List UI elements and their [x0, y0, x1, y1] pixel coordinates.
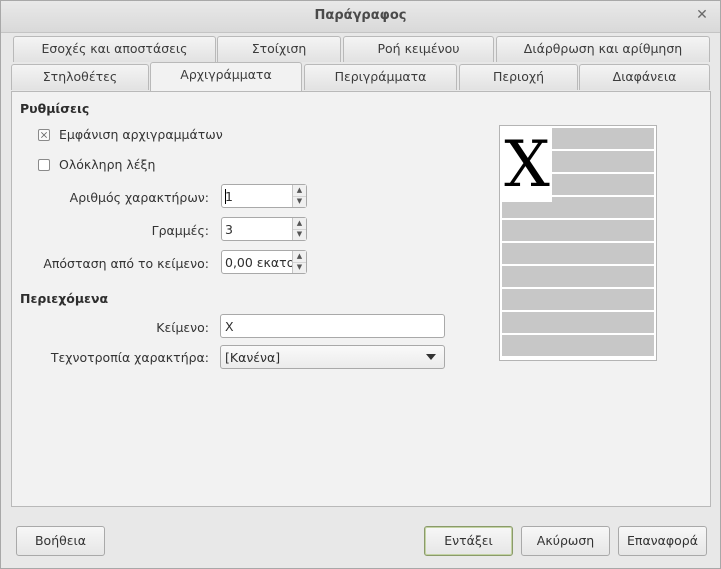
tab-drop-caps[interactable]: Αρχιγράμματα — [150, 62, 302, 91]
preview-line — [552, 128, 654, 149]
whole-word-checkbox[interactable] — [38, 159, 50, 171]
cancel-button[interactable]: Ακύρωση — [521, 526, 610, 556]
spacing-label: Απόσταση από το κείμενο: — [43, 256, 209, 271]
num-chars-label: Αριθμός χαρακτήρων: — [69, 190, 209, 205]
tab-text-flow[interactable]: Ροή κειμένου — [343, 36, 494, 62]
tab-alignment[interactable]: Στοίχιση — [217, 36, 341, 62]
spacing-spinbox[interactable]: 0,00 εκατοστ ▲ ▼ — [221, 250, 307, 274]
dropcap-preview: X — [499, 125, 657, 361]
tab-label: Ροή κειμένου — [377, 41, 460, 56]
whole-word-label: Ολόκληρη λέξη — [59, 157, 156, 172]
spin-down-icon[interactable]: ▼ — [293, 229, 306, 240]
tab-outline-numbering[interactable]: Διάρθρωση και αρίθμηση — [496, 36, 710, 62]
tab-borders[interactable]: Περιγράμματα — [304, 64, 457, 90]
titlebar: Παράγραφος ✕ — [1, 1, 720, 33]
preview-dropcap-letter: X — [502, 128, 552, 202]
help-button[interactable]: Βοήθεια — [16, 526, 105, 556]
spin-buttons: ▲ ▼ — [292, 185, 306, 207]
text-label: Κείμενο: — [156, 320, 209, 335]
tab-label: Εσοχές και αποστάσεις — [41, 41, 188, 56]
tab-transparency[interactable]: Διαφάνεια — [579, 64, 710, 90]
lines-label: Γραμμές: — [151, 223, 209, 238]
text-input[interactable]: X — [220, 314, 445, 338]
settings-heading: Ρυθμίσεις — [20, 101, 90, 116]
preview-line — [552, 151, 654, 172]
reset-button[interactable]: Επαναφορά — [618, 526, 707, 556]
text-input-value: X — [225, 319, 234, 334]
tab-indents-spacing[interactable]: Εσοχές και αποστάσεις — [13, 36, 216, 62]
paragraph-dialog: Παράγραφος ✕ Εσοχές και αποστάσεις Στοίχ… — [0, 0, 721, 569]
preview-line — [502, 312, 654, 333]
preview-line — [502, 335, 654, 356]
window-title: Παράγραφος — [314, 8, 407, 23]
spin-down-icon[interactable]: ▼ — [293, 196, 306, 207]
spin-buttons: ▲ ▼ — [292, 218, 306, 240]
spacing-value: 0,00 εκατοστ — [225, 255, 293, 270]
show-dropcaps-checkbox[interactable] — [38, 129, 50, 141]
tab-label: Διάρθρωση και αρίθμηση — [523, 41, 683, 56]
tab-tabs[interactable]: Στηλοθέτες — [11, 64, 149, 90]
lines-spinbox[interactable]: 3 ▲ ▼ — [221, 217, 307, 241]
preview-line — [502, 266, 654, 287]
preview-line — [502, 220, 654, 241]
tab-label: Περιοχή — [492, 69, 545, 84]
spin-down-icon[interactable]: ▼ — [293, 262, 306, 273]
num-chars-value: 1 — [225, 189, 233, 204]
spin-buttons: ▲ ▼ — [292, 251, 306, 273]
tab-area[interactable]: Περιοχή — [459, 64, 578, 90]
text-cursor — [225, 189, 226, 204]
contents-heading: Περιεχόμενα — [20, 291, 109, 306]
tab-label: Στοίχιση — [251, 41, 307, 56]
tab-label: Στηλοθέτες — [42, 69, 118, 84]
lines-value: 3 — [225, 222, 233, 237]
char-style-value: [Κανένα] — [225, 350, 281, 365]
tab-label: Περιγράμματα — [334, 69, 427, 84]
ok-button[interactable]: Εντάξει — [424, 526, 513, 556]
show-dropcaps-label: Εμφάνιση αρχιγραμμάτων — [59, 127, 223, 142]
char-style-select[interactable]: [Κανένα] — [220, 345, 445, 369]
chevron-down-icon — [426, 354, 436, 360]
preview-line — [502, 243, 654, 264]
char-style-label: Τεχνοτροπία χαρακτήρα: — [50, 350, 209, 365]
preview-line — [502, 289, 654, 310]
tab-label: Διαφάνεια — [612, 69, 677, 84]
preview-line — [552, 174, 654, 195]
num-chars-spinbox[interactable]: 1 ▲ ▼ — [221, 184, 307, 208]
close-icon[interactable]: ✕ — [694, 7, 710, 23]
tab-label: Αρχιγράμματα — [180, 67, 272, 82]
